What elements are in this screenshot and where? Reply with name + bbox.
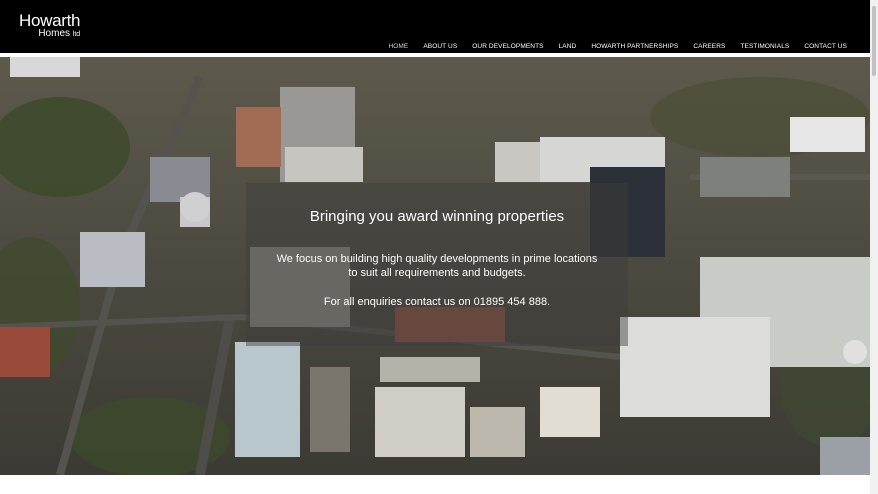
hero-contact: For all enquiries contact us on 01895 45… [323,296,551,308]
nav-our-developments[interactable]: OUR DEVELOPMENTS [472,43,543,50]
logo-line1: Howarth [19,11,81,30]
hero-tagline: Bringing you award winning properties [309,208,565,225]
nav-howarth-partnerships[interactable]: HOWARTH PARTNERSHIPS [591,43,678,50]
hero-banner: Bringing you award winning properties We… [0,57,870,475]
nav-contact-us[interactable]: CONTACT US [804,43,847,50]
nav-careers[interactable]: CAREERS [693,43,725,50]
logo-suffix: ltd [72,31,81,38]
site-header: Howarth Homes ltd HOME ABOUT US OUR DEVE… [0,0,870,53]
nav-land[interactable]: LAND [559,43,577,50]
hero-description-line2: to suit all requirements and budgets. [348,267,526,279]
hero-description-line1: We focus on building high quality develo… [276,253,598,265]
scrollbar-thumb[interactable] [872,6,876,76]
nav-home[interactable]: HOME [388,43,408,50]
main-nav: HOME ABOUT US OUR DEVELOPMENTS LAND HOWA… [373,43,847,50]
nav-testimonials[interactable]: TESTIMONIALS [740,43,789,50]
logo-line2: Homes ltd [19,29,80,39]
logo-homes: Homes [38,28,71,39]
logo[interactable]: Howarth Homes ltd [19,11,81,39]
page-scrollbar[interactable] [870,0,878,494]
nav-about-us[interactable]: ABOUT US [423,43,457,50]
hero-description: We focus on building high quality develo… [246,252,628,280]
